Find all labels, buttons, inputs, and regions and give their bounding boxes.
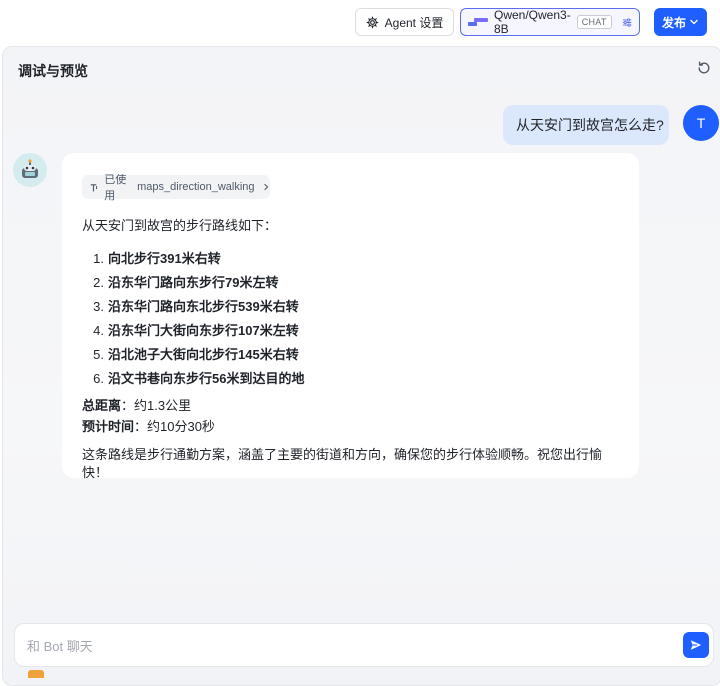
user-avatar-letter: T [696,115,706,131]
list-item: 5. 沿北池子大街向北步行145米右转 [93,347,299,362]
publish-button[interactable]: 发布 [654,8,707,36]
user-avatar: T [683,105,719,141]
answer-intro: 从天安门到故宫的步行路线如下： [82,218,278,233]
qwen-logo-icon [468,18,488,26]
agent-settings-label: Agent 设置 [384,15,444,30]
distance-label: 总距离 [82,397,122,413]
list-item: 4. 沿东华门大街向东步行107米左转 [93,323,299,338]
bottom-indicator [28,670,44,678]
chat-input[interactable] [27,634,667,658]
time-label: 预计时间 [82,418,135,434]
robot-icon [13,153,47,187]
chevron-right-icon [263,183,268,191]
tool-icon [90,183,98,192]
model-selector-button[interactable]: Qwen/Qwen3-8B CHAT [460,8,640,36]
answer-closing: 这条路线是步行通勤方案，涵盖了主要的街道和方向，确保您的步行体验顺畅。祝您出行愉… [82,447,603,480]
top-toolbar: Agent 设置 Qwen/Qwen3-8B CHAT 发布 [0,0,720,46]
publish-label: 发布 [661,15,686,30]
route-summary: 总距离 ：约1.3公里 预计时间 ：约10分30秒 [82,395,622,437]
time-row: 预计时间 ：约10分30秒 [82,416,622,437]
route-steps-list: 1. 向北步行391米右转 2. 沿东华门路向东步行79米左转 3. 沿东华门路向东北… [82,247,622,391]
debug-preview-panel: 调试与预览 从天安门到故宫怎么走? T 已使用 maps_direction_w… [2,46,720,686]
distance-value: ：约1.3公里 [121,397,192,413]
panel-title: 调试与预览 [18,63,88,79]
tool-usage-chip[interactable]: 已使用 maps_direction_walking [82,174,270,202]
bot-message-bubble: 已使用 maps_direction_walking 从天安门到故宫的步行路线如… [62,153,639,480]
list-item: 6. 沿文书巷向东步行56米到达目的地 [93,371,305,386]
distance-row: 总距离 ：约1.3公里 [82,395,622,416]
agent-settings-button[interactable]: Agent 设置 [355,8,454,36]
gear-icon [366,16,378,28]
chevron-down-icon [690,19,698,25]
list-item: 2. 沿东华门路向东步行79米左转 [93,275,279,290]
model-type-badge: CHAT [576,15,612,29]
bot-avatar [13,153,47,187]
bot-answer: 从天安门到故宫的步行路线如下： 1. 向北步行391米右转 2. 沿东华门路向东步行… [82,217,622,482]
user-message-bubble: 从天安门到故宫怎么走? [503,105,669,145]
model-name: Qwen/Qwen3-8B [494,8,571,36]
send-button[interactable] [683,632,709,658]
list-item: 3. 沿东华门路向东北步行539米右转 [93,299,299,314]
user-message-text: 从天安门到故宫怎么走? [516,117,664,133]
send-icon [690,640,702,650]
tool-used-prefix: 已使用 [104,174,127,202]
time-value: ：约10分30秒 [134,418,215,434]
list-item: 1. 向北步行391米右转 [93,251,221,266]
refresh-icon[interactable] [696,60,712,76]
sliders-icon[interactable] [622,16,632,29]
chat-input-bar [14,623,714,667]
tool-name: maps_direction_walking [137,181,255,193]
